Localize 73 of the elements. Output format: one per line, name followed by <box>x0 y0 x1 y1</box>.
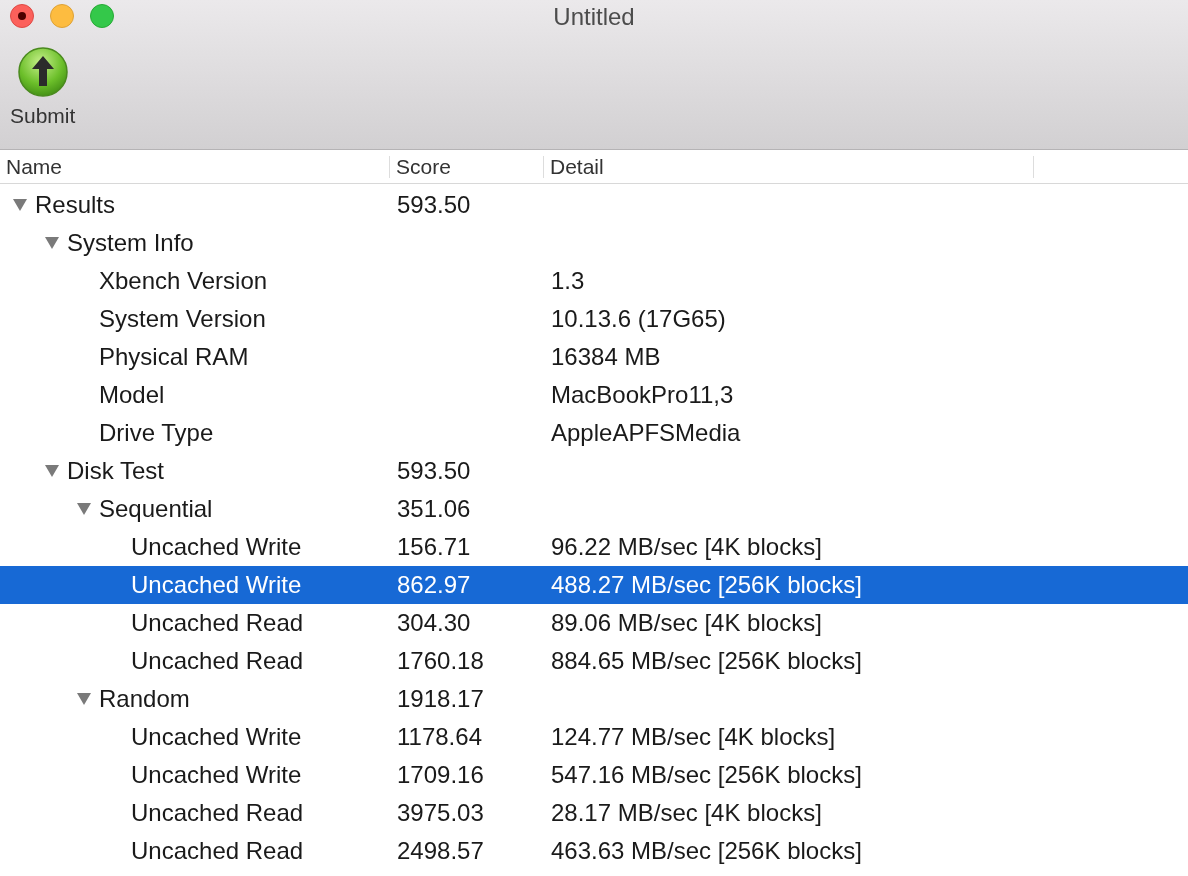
row-name: Model <box>99 381 165 409</box>
row-name: Xbench Version <box>99 267 268 295</box>
table-row[interactable]: Model MacBookPro11,3 <box>0 376 1188 414</box>
table-row[interactable]: System Info <box>0 224 1188 262</box>
detail-text: MacBookPro11,3 <box>551 381 734 408</box>
selected-row[interactable]: Uncached Write 862.97 488.27 MB/sec [256K blocks] <box>0 566 1188 604</box>
table-row[interactable]: Random 1918.17 <box>0 680 1188 718</box>
row-name: System Version <box>99 305 266 333</box>
row-name: Uncached Read <box>131 609 304 637</box>
row-name: Physical RAM <box>99 343 249 371</box>
detail-text: 884.65 MB/sec [256K blocks] <box>551 647 862 674</box>
row-name: Sequential <box>99 495 213 523</box>
row-name: Uncached Write <box>131 761 302 789</box>
column-header[interactable]: Name <box>0 155 390 178</box>
table-row[interactable]: Drive Type AppleAPFSMedia <box>0 414 1188 452</box>
table-row[interactable]: Xbench Version 1.3 <box>0 262 1188 300</box>
zoom-button[interactable] <box>90 4 114 28</box>
table-row[interactable]: System Version 10.13.6 (17G65) <box>0 300 1188 338</box>
disclosure-triangle-icon[interactable] <box>76 502 92 516</box>
table-row[interactable]: Physical RAM 16384 MB <box>0 338 1188 376</box>
detail-text: 28.17 MB/sec [4K blocks] <box>551 799 822 826</box>
table-row[interactable]: Disk Test 593.50 <box>0 452 1188 490</box>
detail-text: 16384 MB <box>551 343 661 370</box>
table-row[interactable]: Uncached Read 1760.18 884.65 MB/sec [256K blocks] <box>0 642 1188 680</box>
score-value: 1178.64 <box>397 723 482 750</box>
row-name: Uncached Read <box>131 647 304 675</box>
score-value: 593.50 <box>397 457 471 484</box>
score-value: 3975.03 <box>397 799 484 826</box>
row-name: Results <box>35 191 116 219</box>
detail-text: 89.06 MB/sec [4K blocks] <box>551 609 822 636</box>
row-name: System Info <box>67 229 194 257</box>
score-value: 1760.18 <box>397 647 484 674</box>
row-name: Random <box>99 685 190 713</box>
row-name: Disk Test <box>67 457 164 485</box>
detail-text: 488.27 MB/sec [256K blocks] <box>551 571 862 598</box>
detail-text: 1.3 <box>551 267 585 294</box>
score-value: 1709.16 <box>397 761 484 788</box>
detail-text: 547.16 MB/sec [256K blocks] <box>551 761 862 788</box>
score-value: 156.71 <box>397 533 471 560</box>
column-header[interactable]: Detail <box>544 155 1034 178</box>
close-button[interactable] <box>10 4 34 28</box>
detail-text: AppleAPFSMedia <box>551 419 741 446</box>
table-row[interactable]: Uncached Write 156.71 96.22 MB/sec [4K blocks] <box>0 528 1188 566</box>
score-value: 862.97 <box>397 571 471 598</box>
table-row[interactable]: Sequential 351.06 <box>0 490 1188 528</box>
detail-text: 96.22 MB/sec [4K blocks] <box>551 533 822 560</box>
disclosure-triangle-icon[interactable] <box>76 692 92 706</box>
score-value: 351.06 <box>397 495 471 522</box>
row-name: Drive Type <box>99 419 214 447</box>
row-name: Uncached Read <box>131 837 304 865</box>
window-title: Untitled <box>553 3 635 31</box>
table-row[interactable]: Uncached Read 3975.03 28.17 MB/sec [4K blocks] <box>0 794 1188 832</box>
row-name: Uncached Write <box>131 723 302 751</box>
row-name: Uncached Write <box>131 533 302 561</box>
table-row[interactable]: Uncached Read 304.30 89.06 MB/sec [4K blocks] <box>0 604 1188 642</box>
detail-text: 124.77 MB/sec [4K blocks] <box>551 723 836 750</box>
column-header[interactable]: Score <box>390 155 544 178</box>
row-name: Uncached Read <box>131 799 304 827</box>
score-value: 2498.57 <box>397 837 484 864</box>
row-name: Uncached Write <box>131 571 302 599</box>
table-row[interactable]: Results 593.50 <box>0 186 1188 224</box>
score-value: 304.30 <box>397 609 471 636</box>
table-row[interactable]: Uncached Write 1709.16 547.16 MB/sec [256K blocks] <box>0 756 1188 794</box>
table-row[interactable]: Uncached Write 1178.64 124.77 MB/sec [4K blocks] <box>0 718 1188 756</box>
disclosure-triangle-icon[interactable] <box>44 464 60 478</box>
score-value: 593.50 <box>397 191 471 218</box>
disclosure-triangle-icon[interactable] <box>44 236 60 250</box>
disclosure-triangle-icon[interactable] <box>12 198 28 212</box>
score-value: 1918.17 <box>397 685 484 712</box>
detail-text: 463.63 MB/sec [256K blocks] <box>551 837 862 864</box>
detail-text: 10.13.6 (17G65) <box>551 305 726 332</box>
table-row[interactable]: Uncached Read 2498.57 463.63 MB/sec [256K blocks] <box>0 832 1188 870</box>
submit-button[interactable]: Submit <box>10 46 76 128</box>
